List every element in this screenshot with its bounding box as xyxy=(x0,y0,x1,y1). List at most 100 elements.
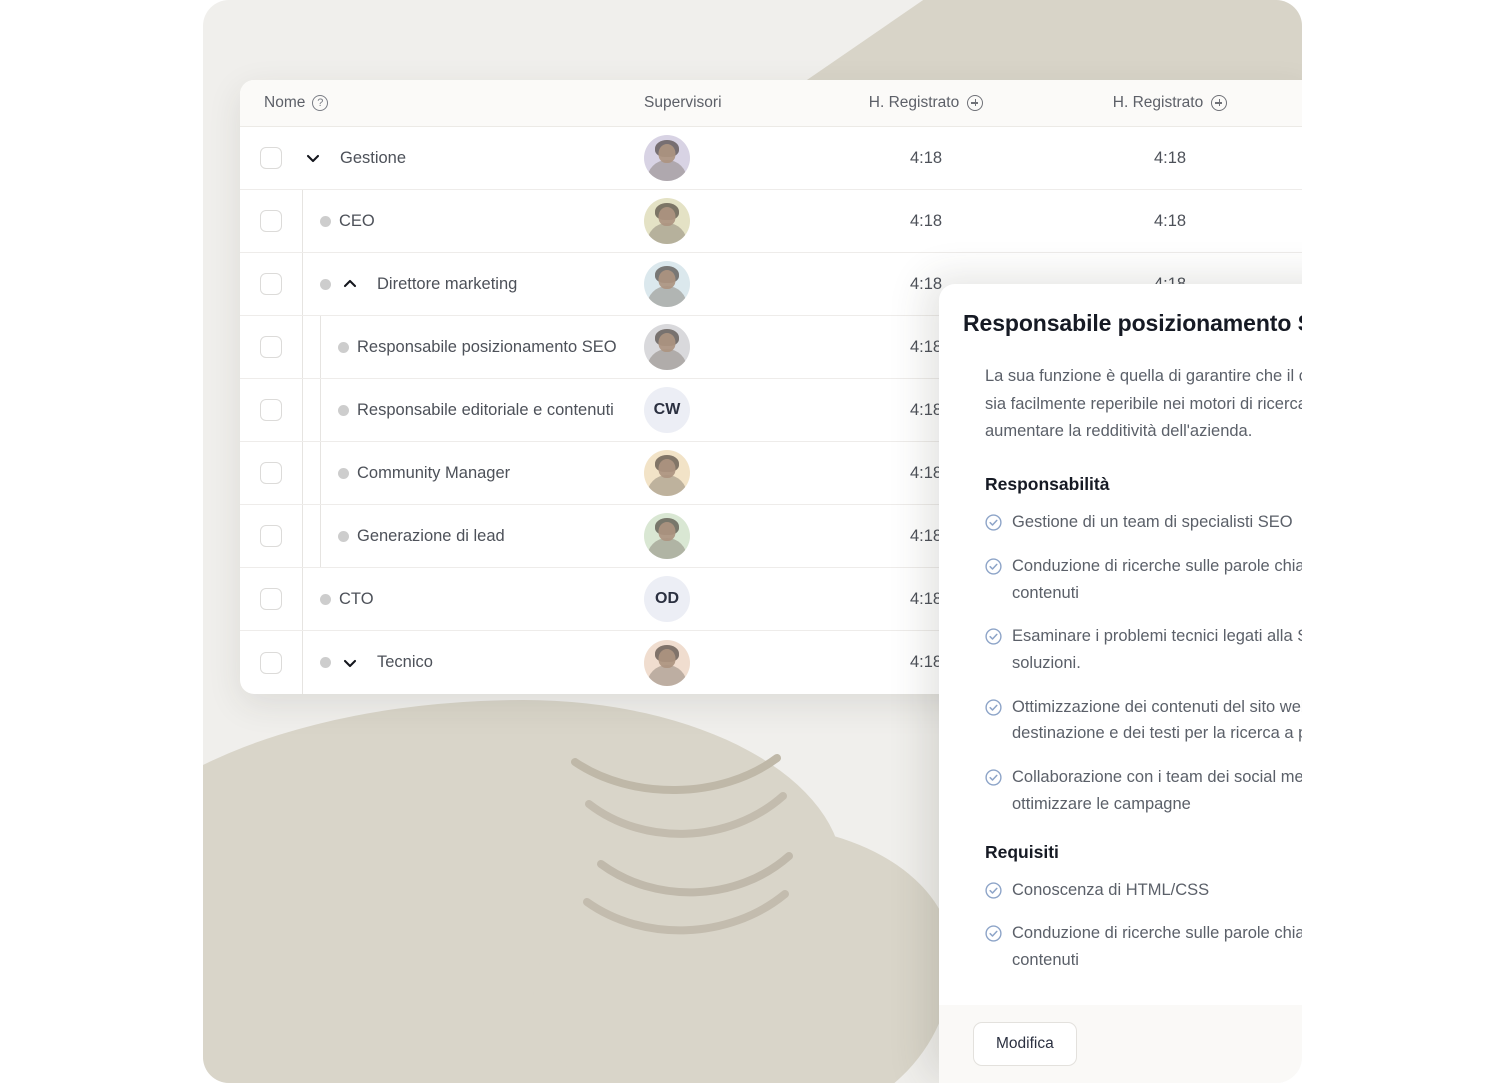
row-supervisor-cell xyxy=(644,450,804,496)
row-checkbox[interactable] xyxy=(260,651,282,674)
section-list: Conoscenza di HTML/CSS Conduzione di rice… xyxy=(985,877,1302,974)
chevron-up-icon[interactable] xyxy=(339,273,361,295)
list-item-text: Collaborazione con i team dei social med… xyxy=(1012,768,1302,813)
help-circle-icon[interactable]: ? xyxy=(312,95,329,111)
column-header-hours-1-label: H. Registrato xyxy=(868,94,960,111)
list-item: Esaminare i problemi tecnici legati alla… xyxy=(985,623,1302,676)
row-checkbox-wrap[interactable] xyxy=(240,316,302,378)
plus-circle-icon[interactable] xyxy=(967,95,984,111)
row-name-label: Generazione di lead xyxy=(357,526,505,545)
row-checkbox[interactable] xyxy=(260,399,282,421)
row-name-cell: Gestione xyxy=(240,127,644,189)
row-checkbox-wrap[interactable] xyxy=(240,568,302,630)
avatar-photo xyxy=(647,475,687,496)
check-circle-icon xyxy=(985,514,1002,531)
table-row[interactable]: Gestione 4:18 4:18 xyxy=(240,127,1302,190)
avatar[interactable] xyxy=(644,639,690,686)
check-circle-icon xyxy=(985,925,1002,942)
avatar[interactable] xyxy=(644,450,690,496)
role-detail-body: Responsabile posizionamento SEO La sua f… xyxy=(939,284,1302,1005)
avatar-photo xyxy=(647,286,687,307)
row-supervisor-cell: OD xyxy=(644,576,804,622)
status-dot xyxy=(320,657,331,668)
row-checkbox-wrap[interactable] xyxy=(240,253,302,315)
list-item: Conduzione di ricerche sulle parole chia… xyxy=(985,553,1302,606)
section-heading: Responsabilità xyxy=(985,474,1110,495)
screenshot-root: Nome ? Supervisori H. Registrato H. Regi… xyxy=(0,0,1501,1083)
avatar[interactable] xyxy=(644,198,690,244)
row-name-cell: Responsabile editoriale e contenuti xyxy=(240,379,644,441)
row-checkbox[interactable] xyxy=(260,273,282,295)
row-supervisor-cell xyxy=(644,324,804,370)
column-header-hours-2[interactable]: H. Registrato xyxy=(1048,94,1292,112)
row-checkbox[interactable] xyxy=(260,588,282,610)
column-header-hours-1[interactable]: H. Registrato xyxy=(804,94,1048,112)
row-hours-2: 4:18 xyxy=(1153,211,1187,230)
check-circle-icon xyxy=(985,628,1002,645)
row-name-cell: CEO xyxy=(240,190,644,252)
row-checkbox-wrap[interactable] xyxy=(240,190,302,252)
list-item-text: Ottimizzazione dei contenuti del sito we… xyxy=(1012,697,1302,743)
row-checkbox-wrap[interactable] xyxy=(240,442,302,504)
table-row[interactable]: CEO 4:18 4:18 xyxy=(240,190,1302,253)
row-supervisor-cell xyxy=(644,135,804,181)
row-name-cell: Responsabile posizionamento SEO xyxy=(240,316,644,378)
panel-intro-text: La sua funzione è quella di garantire ch… xyxy=(985,367,1302,441)
list-item: Ottimizzazione dei contenuti del sito we… xyxy=(985,694,1302,747)
row-supervisor-cell xyxy=(644,639,804,686)
row-name-label: CEO xyxy=(339,211,375,230)
check-circle-icon xyxy=(985,558,1002,575)
row-checkbox[interactable] xyxy=(260,525,282,547)
row-hours-2: 4:18 xyxy=(1153,148,1187,167)
row-checkbox-wrap[interactable] xyxy=(240,505,302,567)
row-supervisor-cell: CW xyxy=(644,387,804,433)
chevron-down-icon[interactable] xyxy=(339,652,361,674)
row-name-label: Tecnico xyxy=(377,653,433,672)
column-header-supervisors-label: Supervisori xyxy=(644,94,722,111)
list-item: Gestione di un team di specialisti SEO xyxy=(985,509,1302,536)
list-item-text: Conoscenza di HTML/CSS xyxy=(1012,880,1210,899)
row-name-cell: CTO xyxy=(240,568,644,630)
list-item-text: Conduzione di ricerche sulle parole chia… xyxy=(1012,556,1302,602)
row-name-cell: Tecnico xyxy=(240,631,644,694)
panel-sections: Responsabilità Gestione di un team di spe… xyxy=(963,474,1302,974)
column-header-name[interactable]: Nome ? xyxy=(240,94,644,112)
list-item: Collaborazione con i team dei social med… xyxy=(985,764,1302,817)
avatar-photo xyxy=(647,223,687,244)
status-dot xyxy=(320,593,331,605)
avatar[interactable]: OD xyxy=(644,576,690,622)
section-heading: Requisiti xyxy=(985,841,1059,862)
edit-button[interactable]: Modifica xyxy=(973,1022,1077,1066)
avatar[interactable] xyxy=(644,135,690,181)
avatar[interactable] xyxy=(644,513,690,559)
chevron-down-icon[interactable] xyxy=(302,147,324,169)
avatar-initials: OD xyxy=(655,590,679,607)
status-dot xyxy=(338,404,349,416)
row-checkbox[interactable] xyxy=(260,462,282,484)
row-name-cell: Community Manager xyxy=(240,442,644,504)
row-checkbox[interactable] xyxy=(260,336,282,358)
row-checkbox[interactable] xyxy=(260,147,282,169)
panel-footer: Modifica Stampa Accettare xyxy=(939,1005,1302,1083)
plus-circle-icon[interactable] xyxy=(1211,95,1228,111)
avatar-initials: CW xyxy=(653,401,681,418)
row-checkbox-wrap[interactable] xyxy=(240,127,302,189)
avatar-photo xyxy=(647,664,687,686)
list-item: Conduzione di ricerche sulle parole chia… xyxy=(985,920,1302,973)
row-checkbox[interactable] xyxy=(260,210,282,232)
row-checkbox-wrap[interactable] xyxy=(240,379,302,441)
row-checkbox-wrap[interactable] xyxy=(240,631,302,694)
column-header-hours-2-label: H. Registrato xyxy=(1112,94,1204,111)
avatar[interactable] xyxy=(644,261,690,307)
column-header-supervisors[interactable]: Supervisori xyxy=(644,94,804,112)
row-name-label: Gestione xyxy=(340,148,407,167)
row-supervisor-cell xyxy=(644,198,804,244)
column-header-name-label: Nome xyxy=(264,94,306,111)
avatar[interactable]: CW xyxy=(644,387,690,433)
decorative-arcs xyxy=(571,754,793,936)
avatar[interactable] xyxy=(644,324,690,370)
decorative-top-slab xyxy=(804,0,1302,82)
table-header-row: Nome ? Supervisori H. Registrato H. Regi… xyxy=(240,80,1302,127)
list-item: Conoscenza di HTML/CSS xyxy=(985,877,1302,904)
status-dot xyxy=(320,215,331,227)
